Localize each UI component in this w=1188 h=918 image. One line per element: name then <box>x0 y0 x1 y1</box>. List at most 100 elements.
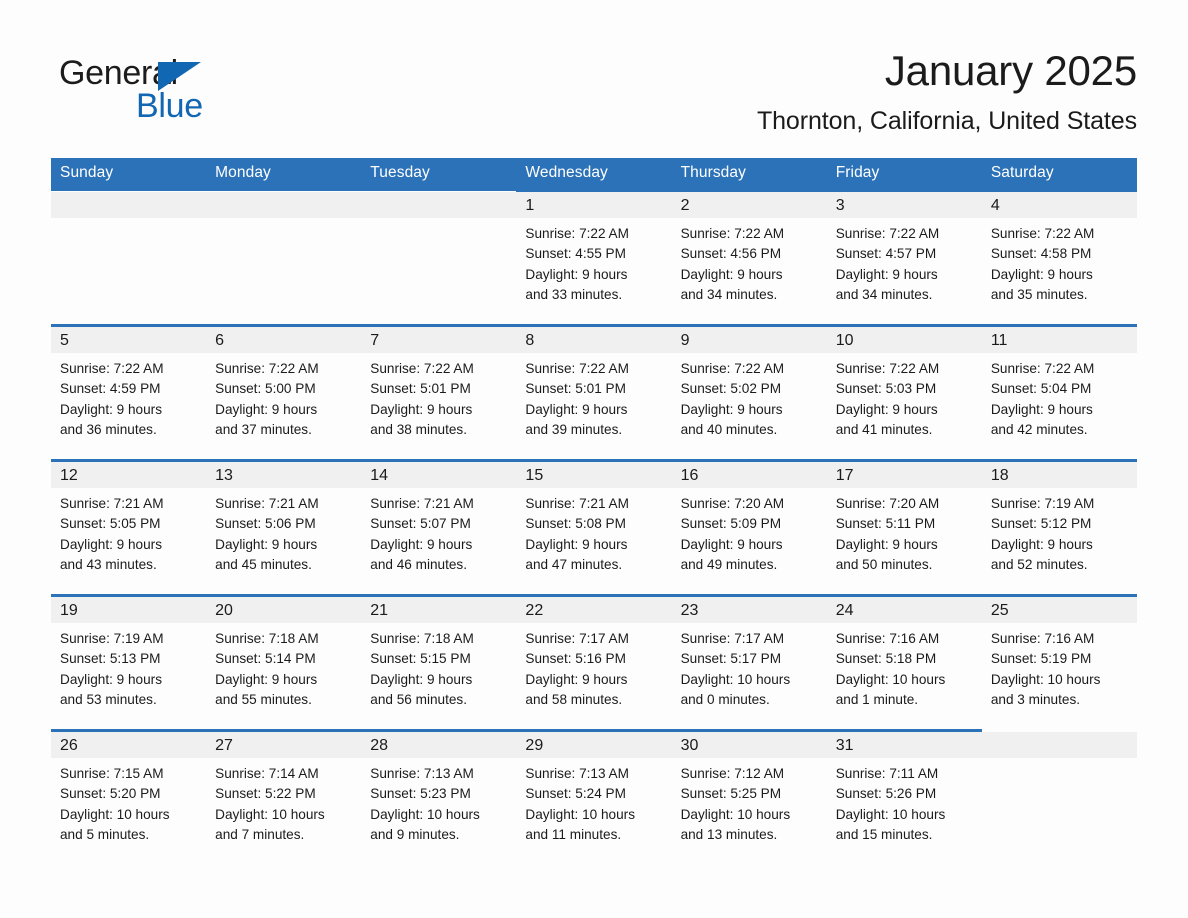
title-block: January 2025 Thornton, California, Unite… <box>757 46 1137 137</box>
calendar-empty-cell <box>361 191 517 326</box>
calendar-day-cell[interactable]: 2 Sunrise: 7:22 AM Sunset: 4:56 PM Daylight… <box>671 189 827 326</box>
calendar-day-cell[interactable]: 20 Sunrise: 7:18 AM Sunset: 5:14 PM Dayligh… <box>206 594 362 731</box>
day-detail-line: Sunset: 5:11 PM <box>835 516 936 532</box>
calendar-day-cell[interactable]: 8 Sunrise: 7:22 AM Sunset: 5:01 PM Daylight… <box>516 324 672 461</box>
day-detail-line: and 41 minutes. <box>835 421 933 437</box>
calendar-day-cell[interactable]: 25 Sunrise: 7:16 AM Sunset: 5:19 PM Dayligh… <box>981 594 1137 731</box>
calendar-day-cell[interactable]: 19 Sunrise: 7:19 AM Sunset: 5:13 PM Dayligh… <box>51 594 207 731</box>
day-details: Sunrise: 7:22 AM Sunset: 4:57 PM Daylight:… <box>827 218 982 305</box>
day-detail-line: Sunrise: 7:20 AM <box>835 496 940 511</box>
day-detail-line: Daylight: 9 hours <box>215 401 318 417</box>
day-detail-line: Sunrise: 7:22 AM <box>60 361 164 376</box>
calendar-day-cell[interactable]: 31 Sunrise: 7:11 AM Sunset: 5:26 PM Dayligh… <box>826 729 982 866</box>
calendar-day-cell[interactable]: 13 Sunrise: 7:21 AM Sunset: 5:06 PM Dayligh… <box>206 459 362 596</box>
day-details: Sunrise: 7:22 AM Sunset: 5:01 PM Daylight:… <box>361 353 516 440</box>
calendar-day-cell[interactable]: 12 Sunrise: 7:21 AM Sunset: 5:05 PM Dayligh… <box>51 459 207 596</box>
day-details: Sunrise: 7:22 AM Sunset: 4:55 PM Daylight:… <box>516 218 671 305</box>
day-detail-line: Sunset: 5:09 PM <box>680 516 782 532</box>
day-detail-line: Sunset: 5:00 PM <box>215 381 316 397</box>
day-number: 21 <box>361 597 517 623</box>
day-number: 5 <box>51 327 207 353</box>
calendar-day-cell[interactable]: 17 Sunrise: 7:20 AM Sunset: 5:11 PM Dayligh… <box>826 459 982 596</box>
day-detail-line: and 47 minutes. <box>525 556 623 572</box>
day-detail-line: Daylight: 9 hours <box>60 671 163 687</box>
calendar-day-cell[interactable]: 22 Sunrise: 7:17 AM Sunset: 5:16 PM Dayligh… <box>516 594 672 731</box>
calendar-day-cell[interactable]: 23 Sunrise: 7:17 AM Sunset: 5:17 PM Dayligh… <box>671 594 827 731</box>
day-number: 17 <box>826 462 982 488</box>
day-number: 4 <box>981 192 1137 218</box>
calendar-day-cell[interactable]: 18 Sunrise: 7:19 AM Sunset: 5:12 PM Dayligh… <box>981 459 1137 596</box>
day-detail-line: Sunset: 4:59 PM <box>60 381 161 397</box>
day-details: Sunrise: 7:14 AM Sunset: 5:22 PM Daylight:… <box>206 758 361 845</box>
day-number: 11 <box>981 327 1137 353</box>
day-details: Sunrise: 7:20 AM Sunset: 5:11 PM Daylight:… <box>827 488 982 575</box>
day-detail-line: Sunrise: 7:13 AM <box>525 766 629 781</box>
calendar-day-cell[interactable]: 9 Sunrise: 7:22 AM Sunset: 5:02 PM Daylight… <box>671 324 827 461</box>
day-detail-line: Sunrise: 7:22 AM <box>525 226 629 241</box>
day-detail-line: Sunset: 5:16 PM <box>525 651 626 667</box>
day-number: 27 <box>206 732 362 758</box>
day-number: 7 <box>361 327 517 353</box>
calendar-day-cell[interactable]: 14 Sunrise: 7:21 AM Sunset: 5:07 PM Dayligh… <box>361 459 517 596</box>
day-number <box>51 192 207 218</box>
day-details: Sunrise: 7:22 AM Sunset: 5:01 PM Daylight:… <box>516 353 671 440</box>
day-detail-line: and 34 minutes. <box>835 286 933 302</box>
day-detail-line: Sunrise: 7:22 AM <box>525 361 629 376</box>
calendar-day-cell[interactable]: 10 Sunrise: 7:22 AM Sunset: 5:03 PM Dayligh… <box>826 324 982 461</box>
day-details: Sunrise: 7:15 AM Sunset: 5:20 PM Daylight:… <box>51 758 206 845</box>
calendar-day-cell[interactable]: 24 Sunrise: 7:16 AM Sunset: 5:18 PM Dayligh… <box>826 594 982 731</box>
day-detail-line: Sunset: 5:06 PM <box>215 516 316 532</box>
calendar-day-cell[interactable]: 29 Sunrise: 7:13 AM Sunset: 5:24 PM Dayligh… <box>516 729 672 866</box>
calendar-day-cell[interactable]: 11 Sunrise: 7:22 AM Sunset: 5:04 PM Dayligh… <box>981 324 1137 461</box>
weekday-header-wednesday: Wednesday <box>516 158 672 191</box>
calendar-day-cell[interactable]: 3 Sunrise: 7:22 AM Sunset: 4:57 PM Daylight… <box>826 189 982 326</box>
weekday-header-monday: Monday <box>206 158 362 191</box>
day-detail-line: Sunset: 5:04 PM <box>990 381 1092 397</box>
calendar-day-cell[interactable]: 28 Sunrise: 7:13 AM Sunset: 5:23 PM Dayligh… <box>361 729 517 866</box>
day-detail-line: and 49 minutes. <box>680 556 778 572</box>
calendar-day-cell[interactable]: 27 Sunrise: 7:14 AM Sunset: 5:22 PM Dayligh… <box>206 729 362 866</box>
calendar-day-cell[interactable]: 30 Sunrise: 7:12 AM Sunset: 5:25 PM Dayligh… <box>671 729 827 866</box>
day-detail-line: and 7 minutes. <box>215 826 305 842</box>
calendar-day-cell[interactable]: 1 Sunrise: 7:22 AM Sunset: 4:55 PM Daylight… <box>516 189 672 326</box>
day-detail-line: Sunrise: 7:15 AM <box>60 766 164 781</box>
calendar-day-cell[interactable]: 26 Sunrise: 7:15 AM Sunset: 5:20 PM Dayligh… <box>51 729 207 866</box>
day-detail-line: Daylight: 9 hours <box>680 401 783 417</box>
day-detail-line: Sunrise: 7:21 AM <box>215 496 319 511</box>
day-detail-line: Sunset: 5:26 PM <box>835 786 937 802</box>
day-detail-line: Sunrise: 7:22 AM <box>215 361 319 376</box>
day-detail-line: Sunrise: 7:22 AM <box>680 226 785 241</box>
day-number: 10 <box>826 327 982 353</box>
day-detail-line: and 53 minutes. <box>60 691 157 707</box>
day-detail-line: Sunrise: 7:13 AM <box>370 766 474 781</box>
day-detail-line: Sunset: 5:12 PM <box>990 516 1092 532</box>
day-number: 16 <box>671 462 827 488</box>
calendar-header-row: Sunday Monday Tuesday Wednesday Thursday… <box>51 158 1137 191</box>
day-detail-line: and 45 minutes. <box>215 556 312 572</box>
calendar-day-cell[interactable]: 21 Sunrise: 7:18 AM Sunset: 5:15 PM Dayligh… <box>361 594 517 731</box>
day-detail-line: Sunrise: 7:21 AM <box>525 496 629 511</box>
calendar-day-cell[interactable]: 5 Sunrise: 7:22 AM Sunset: 4:59 PM Daylight… <box>51 324 207 461</box>
calendar-day-cell[interactable]: 6 Sunrise: 7:22 AM Sunset: 5:00 PM Daylight… <box>206 324 362 461</box>
day-number: 24 <box>826 597 982 623</box>
day-number: 25 <box>981 597 1137 623</box>
calendar-day-cell[interactable]: 16 Sunrise: 7:20 AM Sunset: 5:09 PM Dayligh… <box>671 459 827 596</box>
day-detail-line: Sunset: 5:02 PM <box>680 381 782 397</box>
page-subtitle-location: Thornton, California, United States <box>756 107 1137 135</box>
weekday-header-sunday: Sunday <box>51 158 207 191</box>
day-detail-line: Sunset: 5:24 PM <box>525 786 626 802</box>
general-blue-logo[interactable]: General Blue <box>59 54 259 132</box>
day-detail-line: Sunset: 5:19 PM <box>990 651 1092 667</box>
calendar-day-cell[interactable]: 4 Sunrise: 7:22 AM Sunset: 4:58 PM Daylight… <box>981 189 1137 326</box>
calendar-day-cell[interactable]: 7 Sunrise: 7:22 AM Sunset: 5:01 PM Daylight… <box>361 324 517 461</box>
calendar-day-cell[interactable]: 15 Sunrise: 7:21 AM Sunset: 5:08 PM Dayligh… <box>516 459 672 596</box>
page-header: General Blue January 2025 Thornton, Cali… <box>51 46 1137 151</box>
day-detail-line: Daylight: 10 hours <box>835 671 946 687</box>
day-detail-line: Daylight: 9 hours <box>680 536 783 552</box>
day-details: Sunrise: 7:11 AM Sunset: 5:26 PM Daylight:… <box>827 758 982 845</box>
day-detail-line: Sunset: 4:55 PM <box>525 246 626 262</box>
day-detail-line: Sunset: 5:13 PM <box>60 651 161 667</box>
day-number: 30 <box>671 732 827 758</box>
day-detail-line: Sunset: 5:25 PM <box>680 786 782 802</box>
day-detail-line: and 1 minute. <box>835 691 919 707</box>
